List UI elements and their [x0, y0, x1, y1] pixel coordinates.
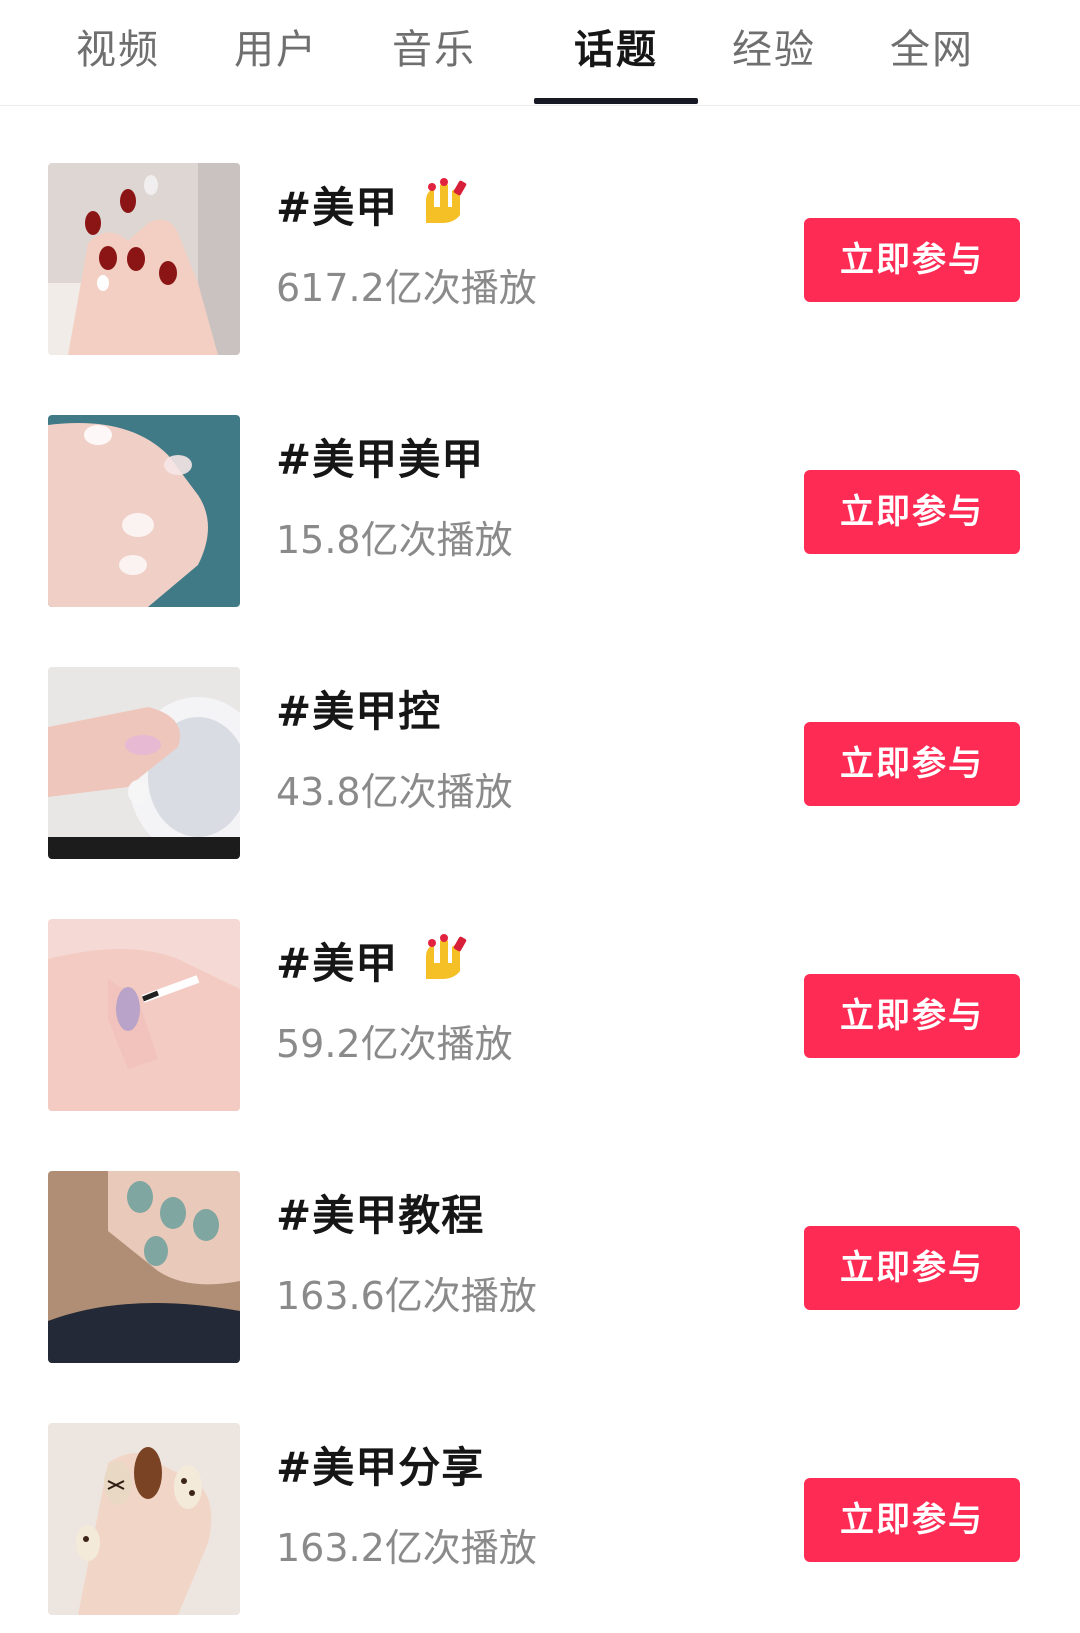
topic-title: #美甲美甲 [276, 432, 484, 488]
nail-polish-icon [420, 931, 470, 995]
topic-title-text: #美甲控 [276, 687, 442, 736]
topic-row[interactable]: #美甲美甲 15.8亿次播放 立即参与 [0, 358, 1080, 610]
topic-title-text: #美甲教程 [276, 1191, 485, 1240]
topic-title-text: #美甲美甲 [276, 435, 485, 484]
active-tab-indicator [534, 98, 698, 104]
topic-thumbnail [48, 163, 240, 355]
topic-thumbnail [48, 1171, 240, 1363]
join-button[interactable]: 立即参与 [804, 1478, 1020, 1562]
play-count: 59.2亿次播放 [276, 1022, 513, 1066]
topic-row[interactable]: #美甲 59.2亿次播放 立即参与 [0, 862, 1080, 1114]
join-button[interactable]: 立即参与 [804, 1226, 1020, 1310]
join-button[interactable]: 立即参与 [804, 470, 1020, 554]
topic-row[interactable]: #美甲分享 163.2亿次播放 立即参与 [0, 1366, 1080, 1618]
join-button[interactable]: 立即参与 [804, 218, 1020, 302]
tab-experience[interactable]: 经验 [692, 22, 856, 78]
topic-row[interactable]: #美甲 617.2亿次播放 立即参与 [0, 106, 1080, 358]
nail-polish-icon [420, 175, 470, 239]
topic-thumbnail [48, 1423, 240, 1615]
topic-title-text: #美甲分享 [276, 1443, 485, 1492]
topic-title: #美甲 [276, 933, 470, 995]
play-count: 163.6亿次播放 [276, 1274, 537, 1318]
topic-title: #美甲分享 [276, 1440, 484, 1496]
topic-row[interactable]: #美甲控 43.8亿次播放 立即参与 [0, 610, 1080, 862]
tab-user[interactable]: 用户 [194, 22, 358, 78]
topic-thumbnail [48, 415, 240, 607]
play-count: 617.2亿次播放 [276, 266, 537, 310]
search-tabs: 视频 用户 音乐 话题 经验 全网 [0, 0, 1080, 106]
topic-title: #美甲控 [276, 684, 441, 740]
topic-row[interactable]: #美甲教程 163.6亿次播放 立即参与 [0, 1114, 1080, 1366]
topic-title-text: #美甲 [276, 183, 399, 232]
topic-thumbnail [48, 667, 240, 859]
tab-music[interactable]: 音乐 [352, 22, 516, 78]
topic-thumbnail [48, 919, 240, 1111]
play-count: 43.8亿次播放 [276, 770, 513, 814]
topic-title-text: #美甲 [276, 939, 399, 988]
tab-topic[interactable]: 话题 [534, 22, 698, 78]
join-button[interactable]: 立即参与 [804, 722, 1020, 806]
tab-video[interactable]: 视频 [36, 22, 200, 78]
topic-title: #美甲 [276, 177, 470, 239]
tab-all-web[interactable]: 全网 [850, 22, 1014, 78]
play-count: 15.8亿次播放 [276, 518, 513, 562]
topic-title: #美甲教程 [276, 1188, 484, 1244]
join-button[interactable]: 立即参与 [804, 974, 1020, 1058]
play-count: 163.2亿次播放 [276, 1526, 537, 1570]
